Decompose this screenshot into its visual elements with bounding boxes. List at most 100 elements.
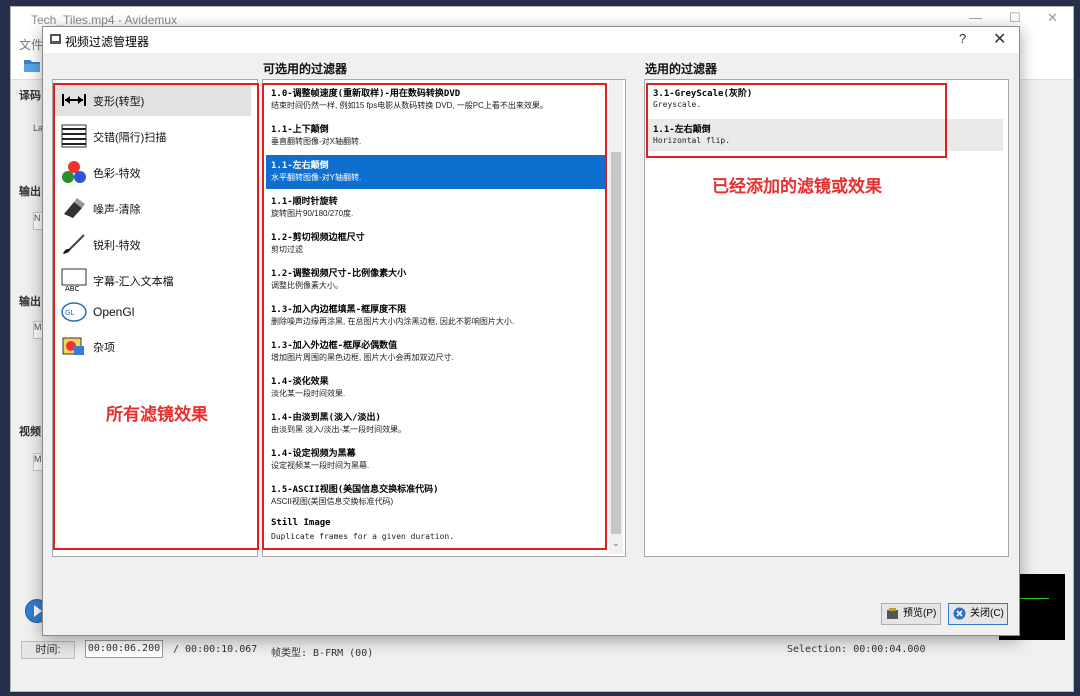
eraser-icon xyxy=(64,198,85,218)
filter-description: 增加图片周围的黑色边框, 图片大小会再加双边尺寸. xyxy=(271,353,454,362)
category-label: 变形(转型) xyxy=(93,96,145,108)
filter-item[interactable]: 1.1-顺时针旋转 旋转图片90/180/270度. xyxy=(266,191,606,225)
filter-item[interactable]: 1.4-设定视频为黑幕 设定视频某一段时间为黑幕. xyxy=(266,443,606,477)
filter-description: 调整比例像素大小。 xyxy=(271,281,343,290)
frame-type: 帧类型: B-FRM (00) xyxy=(271,648,374,659)
output-format-label: 输出 xyxy=(19,296,41,308)
filter-list-scrollbar[interactable]: ⌄ xyxy=(609,80,623,554)
subtitle-abc-icon: ABC xyxy=(61,268,87,292)
dialog-close-button[interactable]: ✕ xyxy=(993,29,1006,49)
filter-description: Greyscale. xyxy=(653,100,702,109)
category-color[interactable]: 色彩-特效 xyxy=(55,156,251,188)
filter-name: 1.1-顺时针旋转 xyxy=(271,197,338,207)
color-balls-icon xyxy=(62,161,86,183)
filter-description: 垂直翻转图像-对X轴翻转. xyxy=(271,137,362,146)
preview-button[interactable]: 预览(P) xyxy=(881,603,941,625)
selected-filter-item[interactable]: 3.1-GreyScale(灰阶) Greyscale. xyxy=(648,83,1003,115)
total-time: / 00:00:10.067 xyxy=(173,644,258,655)
main-close-button[interactable]: ✕ xyxy=(1047,10,1058,26)
filter-description: 结束时间仍然一样, 例如15 fps电影从数码转换 DVD, 一般PC上看不出来… xyxy=(271,101,548,110)
preview-icon xyxy=(887,608,898,619)
filter-name: 1.4-设定视频为黑幕 xyxy=(271,449,356,459)
selected-filter-list: 3.1-GreyScale(灰阶) Greyscale. 1.1-左右颠倒 Ho… xyxy=(644,79,1009,557)
brush-icon xyxy=(63,234,85,254)
filter-description: 由淡到黑 淡入/淡出-某一段时间效果。 xyxy=(271,425,407,434)
filter-name: 1.4-由淡到黑(淡入/淡出) xyxy=(271,413,381,423)
video-filter-manager-dialog: 视频过滤管理器 ? ✕ 可选用的过滤器 选用的过滤器 变形(转型) 交错(隔行)… xyxy=(42,26,1020,636)
minimize-button[interactable]: — xyxy=(969,10,982,25)
dialog-titlebar: 视频过滤管理器 ? ✕ xyxy=(43,27,1019,53)
filter-item[interactable]: 1.1-上下颠倒 垂直翻转图像-对X轴翻转. xyxy=(266,119,606,153)
time-label: 时间: xyxy=(21,641,75,659)
filter-name: 1.1-左右颠倒 xyxy=(653,125,711,135)
category-label: 噪声-清除 xyxy=(93,204,141,216)
category-interlace[interactable]: 交错(隔行)扫描 xyxy=(55,120,251,152)
close-button[interactable]: 关闭(C) xyxy=(948,603,1008,625)
selected-filters-title: 选用的过滤器 xyxy=(645,62,718,76)
selection-info: Selection: 00:00:04.000 xyxy=(787,644,926,655)
close-label: 关闭(C) xyxy=(970,608,1004,619)
svg-text:GL: GL xyxy=(65,309,74,317)
folder-open-icon[interactable] xyxy=(23,57,41,73)
output-section-label: 输出 xyxy=(19,186,41,198)
resize-arrows-icon xyxy=(62,94,86,106)
decode-section-label: 译码 xyxy=(19,90,41,102)
category-misc[interactable]: 杂项 xyxy=(55,330,251,362)
filter-item[interactable]: 1.4-由淡到黑(淡入/淡出) 由淡到黑 淡入/淡出-某一段时间效果。 xyxy=(266,407,606,441)
filter-name: 1.2-剪切视频边框尺寸 xyxy=(271,233,365,243)
available-filter-list: 1.0-调整帧速度(重新取样)-用在数码转换DVD 结束时间仍然一样, 例如15… xyxy=(262,79,626,557)
category-label: 锐利-特效 xyxy=(93,240,141,252)
filter-name: Still Image xyxy=(271,518,331,528)
selected-filter-item[interactable]: 1.1-左右颠倒 Horizontal flip. xyxy=(648,119,1003,151)
category-sharpen[interactable]: 锐利-特效 xyxy=(55,228,251,260)
filter-name: 1.3-加入内边框填黑-框厚度不限 xyxy=(271,305,407,315)
filter-item[interactable]: 1.3-加入外边框-框厚必偶数值 增加图片周围的黑色边框, 图片大小会再加双边尺… xyxy=(266,335,606,369)
category-noise[interactable]: 噪声-清除 xyxy=(55,192,251,224)
filter-name: 1.0-调整帧速度(重新取样)-用在数码转换DVD xyxy=(271,89,461,99)
category-list: 变形(转型) 交错(隔行)扫描 色彩-特效 噪声-清除 锐利-特效 ABC 字幕… xyxy=(52,79,258,557)
category-subtitle[interactable]: ABC 字幕-汇入文本檔 xyxy=(55,264,251,296)
filter-item[interactable]: 1.2-调整视频尺寸-比例像素大小 调整比例像素大小。 xyxy=(266,263,606,297)
main-window-title: Tech_Tiles.mp4 - Avidemux xyxy=(31,13,178,27)
filter-name: 1.1-左右颠倒 xyxy=(271,161,329,171)
filter-name: 1.1-上下颠倒 xyxy=(271,125,329,135)
filter-item[interactable]: 1.4-淡化效果 淡化某一段时间效果. xyxy=(266,371,606,405)
category-label: 色彩-特效 xyxy=(93,168,141,180)
close-circle-icon xyxy=(953,607,966,620)
filter-description: 设定视频某一段时间为黑幕. xyxy=(271,461,370,470)
maximize-button[interactable]: ☐ xyxy=(1009,10,1021,26)
help-button[interactable]: ? xyxy=(959,31,966,46)
category-label: OpenGl xyxy=(93,305,135,319)
filter-item[interactable]: 1.5-ASCII视图(美国信息交换标准代码) ASCII视图(美国信息交换标准… xyxy=(266,479,606,513)
filter-name: 1.2-调整视频尺寸-比例像素大小 xyxy=(271,269,407,279)
filter-name: 3.1-GreyScale(灰阶) xyxy=(653,89,753,99)
filter-item[interactable]: 1.0-调整帧速度(重新取样)-用在数码转换DVD 结束时间仍然一样, 例如15… xyxy=(266,83,606,117)
filter-item[interactable]: 1.2-剪切视频边框尺寸 剪切过滤 xyxy=(266,227,606,261)
film-icon xyxy=(50,34,61,44)
filter-item[interactable]: 1.3-加入内边框填黑-框厚度不限 删除噪声边缘再涂黑, 在总图片大小内涂黑边框… xyxy=(266,299,606,333)
status-bar: 时间: 00:00:06.200 / 00:00:10.067 帧类型: B-F… xyxy=(11,635,1073,665)
misc-icon xyxy=(62,337,84,355)
filter-description: ASCII视图(美国信息交换标准代码) xyxy=(271,497,394,506)
annotation-added-filters: 已经添加的滤镜或效果 xyxy=(712,177,882,196)
video-section-label: 视频 xyxy=(19,426,41,438)
preview-label: 预览(P) xyxy=(903,608,937,619)
annotation-all-filters: 所有滤镜效果 xyxy=(106,405,208,424)
scroll-down-arrow-icon[interactable]: ⌄ xyxy=(612,538,620,549)
filter-item-selected[interactable]: 1.1-左右颠倒 水平翻转图像-对Y轴翻转. xyxy=(266,155,606,189)
filter-name: 1.3-加入外边框-框厚必偶数值 xyxy=(271,341,398,351)
category-transform[interactable]: 变形(转型) xyxy=(55,84,251,116)
category-label: 字幕-汇入文本檔 xyxy=(93,276,174,288)
filter-description: 剪切过滤 xyxy=(271,245,303,254)
dialog-title: 视频过滤管理器 xyxy=(65,35,150,49)
opengl-icon: GL xyxy=(61,302,87,322)
filter-name: 1.4-淡化效果 xyxy=(271,377,329,387)
scrollbar-thumb[interactable] xyxy=(611,152,621,534)
current-time-field[interactable]: 00:00:06.200 xyxy=(85,640,163,658)
filter-name: 1.5-ASCII视图(美国信息交换标准代码) xyxy=(271,485,439,495)
category-opengl[interactable]: GL OpenGl xyxy=(55,296,251,328)
filter-item[interactable]: Still Image Duplicate frames for a given… xyxy=(266,515,606,549)
filter-description: 删除噪声边缘再涂黑, 在总图片大小内涂黑边框, 因此不影响图片大小. xyxy=(271,317,515,326)
filter-description: 水平翻转图像-对Y轴翻转. xyxy=(271,173,362,182)
available-filters-title: 可选用的过滤器 xyxy=(263,62,348,76)
